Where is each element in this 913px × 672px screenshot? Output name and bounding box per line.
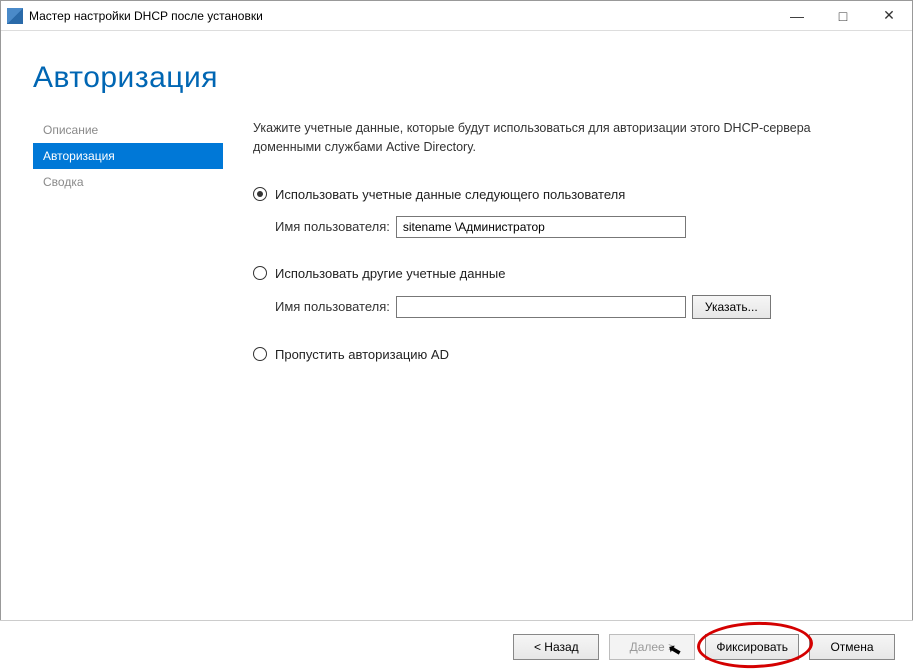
next-button: Далее > [609,634,695,660]
radio-icon [253,266,267,280]
close-icon: ✕ [883,7,895,24]
cancel-button[interactable]: Отмена [809,634,895,660]
footer-buttons: < Назад Далее > Фиксировать Отмена [0,620,913,672]
sidebar: Описание Авторизация Сводка [33,117,223,587]
close-button[interactable]: ✕ [866,1,912,31]
username-row-other: Имя пользователя: Указать... [253,295,882,319]
radio-current-user[interactable]: Использовать учетные данные следующего п… [253,187,882,202]
username-input-other[interactable] [396,296,686,318]
back-button[interactable]: < Назад [513,634,599,660]
radio-label: Использовать учетные данные следующего п… [275,187,625,202]
sidebar-item-summary[interactable]: Сводка [33,169,223,195]
window-controls: — □ ✕ [774,1,912,31]
window-title: Мастер настройки DHCP после установки [29,9,774,23]
radio-label: Пропустить авторизацию AD [275,347,449,362]
page-title: Авторизация [33,61,912,95]
minimize-icon: — [790,8,804,24]
username-label: Имя пользователя: [275,299,390,314]
maximize-button[interactable]: □ [820,1,866,31]
option-current-user: Использовать учетные данные следующего п… [253,187,882,238]
radio-icon [253,187,267,201]
specify-button[interactable]: Указать... [692,295,771,319]
username-row-current: Имя пользователя: [253,216,882,238]
option-other-creds: Использовать другие учетные данные Имя п… [253,266,882,319]
username-input-current [396,216,686,238]
app-icon [7,8,23,24]
minimize-button[interactable]: — [774,1,820,31]
radio-icon [253,347,267,361]
sidebar-item-authorization[interactable]: Авторизация [33,143,223,169]
content-pane: Укажите учетные данные, которые будут ис… [223,117,912,587]
radio-other-creds[interactable]: Использовать другие учетные данные [253,266,882,281]
commit-button[interactable]: Фиксировать [705,634,799,660]
intro-text: Укажите учетные данные, которые будут ис… [253,119,882,157]
titlebar: Мастер настройки DHCP после установки — … [1,1,912,31]
radio-skip-ad[interactable]: Пропустить авторизацию AD [253,347,882,362]
body-area: Описание Авторизация Сводка Укажите учет… [1,117,912,587]
page-header: Авторизация [1,31,912,117]
maximize-icon: □ [839,8,847,24]
option-skip-ad: Пропустить авторизацию AD [253,347,882,362]
radio-label: Использовать другие учетные данные [275,266,505,281]
username-label: Имя пользователя: [275,219,390,234]
sidebar-item-description[interactable]: Описание [33,117,223,143]
